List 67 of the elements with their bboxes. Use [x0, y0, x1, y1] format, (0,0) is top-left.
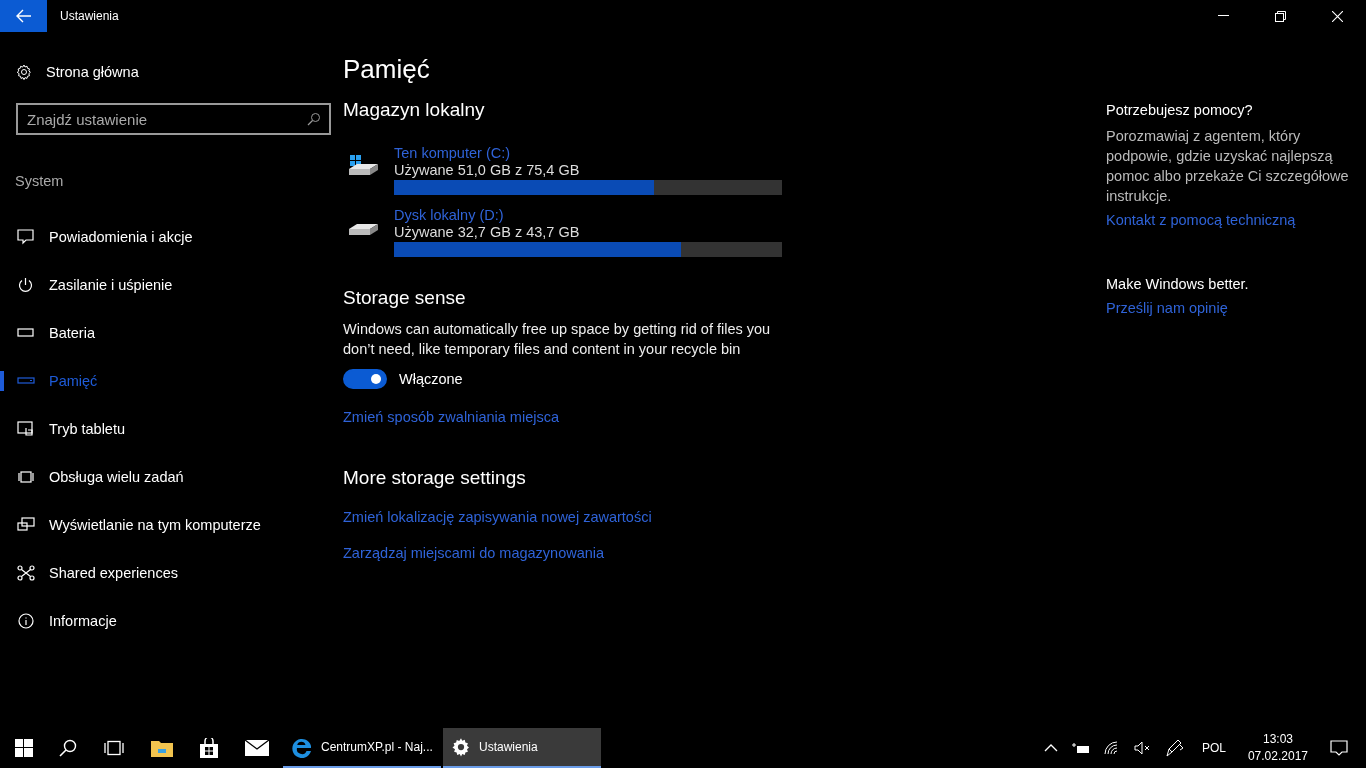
- action-center-icon[interactable]: [1330, 740, 1348, 756]
- section-label: System: [14, 173, 65, 189]
- search-icon: [307, 112, 321, 126]
- drive-link[interactable]: Ten komputer (C:): [394, 145, 782, 161]
- nav-item[interactable]: Powiadomienia i akcje: [0, 213, 330, 261]
- settings-link[interactable]: Zmień lokalizację zapisywania nowej zawartości: [343, 509, 1103, 525]
- drive-link[interactable]: Dysk lokalny (D:): [394, 207, 782, 223]
- nav-item[interactable]: Tryb tabletu: [0, 405, 330, 453]
- nav-item[interactable]: Informacje: [0, 597, 330, 645]
- speaker-muted-icon[interactable]: [1133, 741, 1152, 755]
- window-stack-icon: [17, 469, 35, 485]
- drive-usage-text: Używane 51,0 GB z 75,4 GB: [394, 162, 581, 178]
- pen-icon[interactable]: [1165, 739, 1184, 757]
- nav-item[interactable]: Pamięć: [0, 357, 330, 405]
- drive-usage-text: Używane 32,7 GB z 43,7 GB: [394, 224, 581, 240]
- nav-item[interactable]: Shared experiences: [0, 549, 330, 597]
- task-view-icon[interactable]: [103, 740, 125, 756]
- battery-icon[interactable]: [1071, 742, 1090, 754]
- nav-item[interactable]: Obsługa wielu zadań: [0, 453, 330, 501]
- taskbar-app[interactable]: CentrumXP.pl - Naj...: [283, 728, 441, 768]
- chat-bubble-icon: [17, 229, 35, 245]
- toggle-switch[interactable]: [343, 369, 387, 389]
- monitor-icon: [17, 517, 35, 533]
- toggle-label: Włączone: [399, 371, 463, 387]
- tablet-icon: [17, 421, 35, 437]
- back-arrow-icon: [15, 9, 32, 23]
- language-indicator[interactable]: POL: [1201, 741, 1226, 755]
- search-icon[interactable]: [59, 739, 77, 757]
- settings-link[interactable]: Zarządzaj miejscami do magazynowania: [343, 545, 1103, 561]
- restore-icon[interactable]: [1275, 10, 1286, 22]
- description-text: Windows can automatically free up space by getting rid of files you don’t need, like temporary files and content in your recycle bin: [343, 320, 772, 359]
- minimize-icon[interactable]: [1218, 15, 1229, 17]
- section-heading: Storage sense: [343, 287, 467, 309]
- start-icon[interactable]: [15, 739, 33, 757]
- info-icon: [17, 613, 35, 629]
- section-heading: Magazyn lokalny: [343, 99, 486, 121]
- gear-icon: [16, 64, 32, 80]
- folder-icon[interactable]: [151, 739, 173, 757]
- network-nodes-icon: [17, 565, 35, 581]
- home-nav-item[interactable]: Strona główna: [0, 58, 330, 86]
- gear-icon: [451, 737, 471, 757]
- support-link[interactable]: Kontakt z pomocą techniczną: [1106, 212, 1366, 228]
- nav-item[interactable]: Zasilanie i uśpienie: [0, 261, 330, 309]
- close-icon[interactable]: [1332, 10, 1343, 22]
- feedback-link[interactable]: Prześlij nam opinię: [1106, 300, 1366, 316]
- nav-item[interactable]: Bateria: [0, 309, 330, 357]
- system-drive-icon: [349, 155, 379, 175]
- shopping-bag-icon[interactable]: [199, 738, 219, 758]
- clock-date[interactable]: 07.02.2017: [1247, 748, 1308, 765]
- browser-e-icon: [291, 736, 313, 758]
- back-button[interactable]: [0, 0, 47, 32]
- settings-link[interactable]: Zmień sposób zwalniania miejsca: [343, 409, 1103, 425]
- wifi-icon[interactable]: [1103, 741, 1120, 755]
- help-heading: Potrzebujesz pomocy?: [1106, 102, 1254, 118]
- section-heading: More storage settings: [343, 467, 527, 489]
- feedback-heading: Make Windows better.: [1106, 276, 1250, 292]
- taskbar-app[interactable]: Ustawienia: [443, 728, 601, 768]
- chevron-up-icon[interactable]: [1043, 744, 1058, 752]
- help-text: Porozmawiaj z agentem, który podpowie, gdzie uzyskać najlepszą pomoc albo przekaże Ci szczegółowe instrukcje.: [1106, 127, 1350, 206]
- window-title: Ustawienia: [60, 9, 119, 23]
- nav-item[interactable]: Wyświetlanie na tym komputerze: [0, 501, 330, 549]
- clock-time[interactable]: 13:03: [1262, 731, 1293, 748]
- search-field[interactable]: Znajdź ustawienie: [16, 103, 331, 135]
- envelope-icon[interactable]: [245, 740, 269, 756]
- drive-icon: [349, 224, 379, 235]
- page-title: Pamięć: [343, 54, 431, 85]
- power-icon: [17, 277, 35, 293]
